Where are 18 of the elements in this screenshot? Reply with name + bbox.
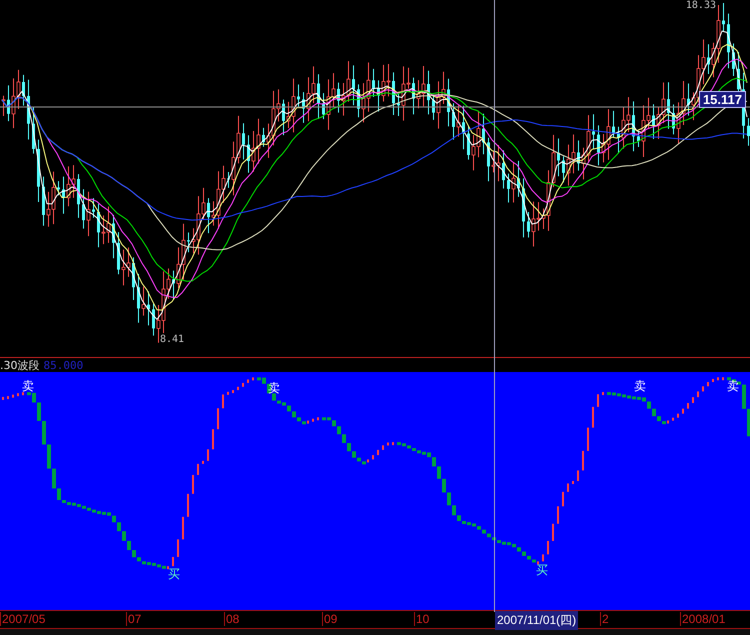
axis-label: 08 — [224, 612, 240, 626]
cursor-date-label: 2007/11/01(四) — [495, 611, 578, 630]
indicator-name: .30波段 — [0, 358, 40, 372]
axis-label: 09 — [322, 612, 338, 626]
indicator-value: 85.000 — [44, 358, 84, 372]
buy-signal-label: 买 — [536, 564, 548, 576]
low-price-label: 8.41 — [160, 334, 184, 345]
sell-signal-label: 卖 — [634, 380, 646, 392]
axis-label: 10 — [414, 612, 430, 626]
axis-label: 2008/01 — [680, 612, 726, 626]
sell-signal-label: 卖 — [22, 380, 34, 392]
buy-signal-label: 买 — [168, 568, 180, 580]
axis-label: 07 — [126, 612, 142, 626]
axis-label: 2007/05 — [0, 612, 46, 626]
axis-label: 2 — [600, 612, 609, 626]
high-price-label: 18.33 — [686, 0, 716, 11]
cursor-price-label: 15.117 — [698, 91, 746, 108]
sell-signal-label: 卖 — [727, 380, 739, 392]
